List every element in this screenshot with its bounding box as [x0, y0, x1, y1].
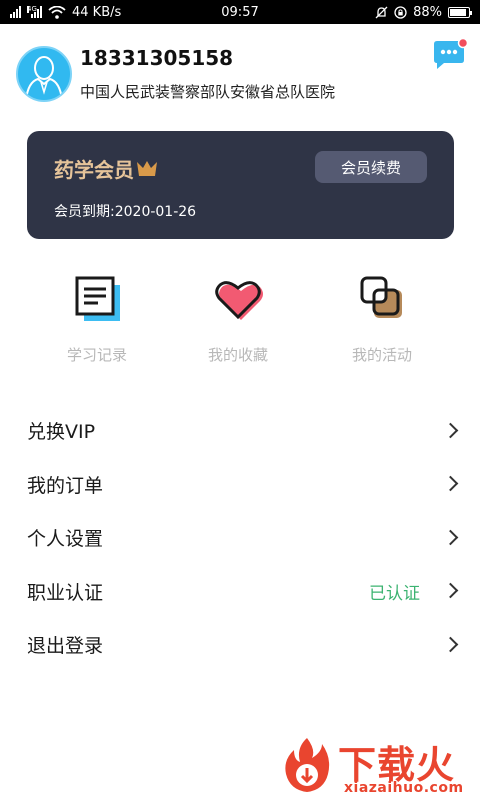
user-phone: 18331305158: [80, 46, 234, 70]
user-organization: 中国人民武装警察部队安徽省总队医院: [80, 83, 336, 101]
signal-4g-icon: 4G: [27, 6, 42, 18]
menu-item-professional-certification[interactable]: 职业认证 已认证: [0, 565, 480, 619]
membership-expiry: 会员到期:2020-01-26: [54, 204, 197, 220]
quick-action-study-record[interactable]: 学习记录: [37, 270, 157, 370]
watermark: 下载火 xiazaihuo.com: [282, 732, 478, 800]
activity-icon: [360, 276, 402, 318]
message-button[interactable]: [432, 37, 469, 72]
status-bar: 4G 44 KB/s 09:57 88%: [0, 0, 480, 24]
chevron-right-icon: [442, 529, 459, 546]
avatar[interactable]: [16, 46, 72, 102]
wifi-icon: [48, 5, 66, 19]
heart-icon: [215, 281, 263, 320]
menu-item-label: 职业认证: [27, 581, 104, 604]
quick-action-favorites[interactable]: 我的收藏: [178, 270, 298, 370]
profile-header: 18331305158 中国人民武装警察部队安徽省总队医院: [0, 24, 480, 124]
flame-logo-icon: [285, 738, 330, 792]
menu-item-label: 退出登录: [27, 635, 104, 658]
menu-item-label: 兑换VIP: [27, 421, 96, 444]
menu-item-label: 个人设置: [27, 528, 104, 551]
status-left: 4G 44 KB/s: [10, 5, 121, 20]
chevron-right-icon: [442, 475, 459, 492]
settings-menu: 兑换VIP 我的订单 个人设置 职业认证 已认证 退出登录: [0, 404, 480, 672]
quick-action-label: 学习记录: [66, 346, 127, 364]
user-silhouette-icon: [25, 56, 63, 100]
menu-item-personal-settings[interactable]: 个人设置: [0, 511, 480, 565]
crown-icon: [137, 160, 157, 176]
chevron-right-icon: [442, 582, 459, 599]
battery-percent: 88%: [413, 4, 442, 20]
menu-item-logout[interactable]: 退出登录: [0, 618, 480, 672]
battery-icon: [448, 6, 472, 18]
quick-action-activities[interactable]: 我的活动: [322, 270, 442, 370]
chevron-right-icon: [442, 422, 459, 439]
chat-bubble-icon: [434, 37, 469, 69]
quick-actions: 学习记录 我的收藏 我的活动: [0, 270, 480, 370]
menu-item-label: 我的订单: [27, 474, 104, 497]
mute-bell-icon: [375, 6, 388, 18]
member-card-title: 药学会员: [54, 158, 134, 182]
study-record-icon: [75, 276, 120, 321]
lock-rotation-icon: [394, 5, 407, 19]
menu-item-my-orders[interactable]: 我的订单: [0, 458, 480, 512]
watermark-domain: xiazaihuo.com: [344, 780, 464, 796]
menu-item-redeem-vip[interactable]: 兑换VIP: [0, 404, 480, 458]
network-speed: 44 KB/s: [72, 4, 122, 20]
signal-icon: [10, 6, 21, 18]
battery-level: [450, 8, 466, 16]
renew-membership-button[interactable]: 会员续费: [315, 151, 427, 183]
quick-action-label: 我的活动: [351, 346, 412, 364]
member-card-title-row: 药学会员: [54, 154, 158, 183]
certification-status: 已认证: [369, 583, 420, 604]
chevron-right-icon: [442, 636, 459, 653]
member-card: 药学会员 会员续费 会员到期:2020-01-26: [27, 131, 454, 239]
quick-action-label: 我的收藏: [207, 346, 268, 364]
status-right: 88%: [375, 4, 472, 20]
sig-tag: 4G: [27, 5, 37, 13]
